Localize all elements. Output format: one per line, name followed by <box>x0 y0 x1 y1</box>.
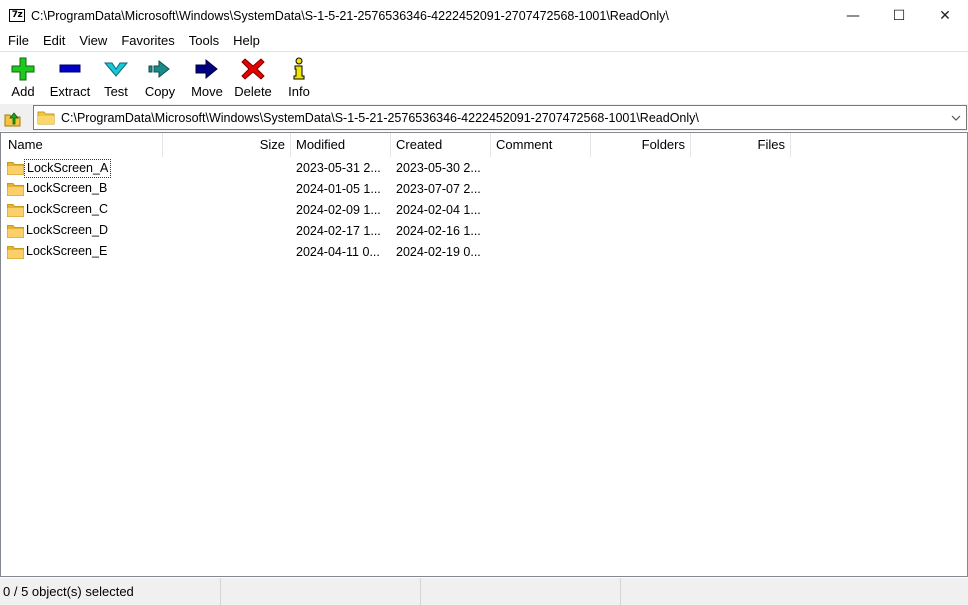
row-modified: 2023-05-31 2... <box>296 161 381 175</box>
minimize-button[interactable]: — <box>830 0 876 31</box>
column-header-files[interactable]: Files <box>691 133 791 157</box>
row-name: LockScreen_C <box>26 202 108 216</box>
extract-button[interactable]: Extract <box>44 52 96 102</box>
menu-edit[interactable]: Edit <box>36 31 72 51</box>
address-bar: C:\ProgramData\Microsoft\Windows\SystemD… <box>0 104 968 131</box>
info-button[interactable]: Info <box>276 52 322 102</box>
column-header-created[interactable]: Created <box>391 133 491 157</box>
column-header-comment[interactable]: Comment <box>491 133 591 157</box>
menu-file[interactable]: File <box>0 31 36 51</box>
add-button[interactable]: Add <box>2 52 44 102</box>
add-label: Add <box>11 84 35 99</box>
test-label: Test <box>104 84 128 99</box>
table-row[interactable]: LockScreen_A 2023-05-31 2... 2023-05-30 2.… <box>1 158 967 179</box>
column-header-name[interactable]: Name <box>3 133 163 157</box>
yellow-info-icon <box>286 57 312 81</box>
info-label: Info <box>288 84 310 99</box>
row-modified: 2024-02-09 1... <box>296 203 381 217</box>
folder-icon <box>37 111 55 125</box>
row-modified: 2024-04-11 0... <box>296 245 380 259</box>
status-segment-2 <box>221 578 421 605</box>
title-bar: 7z C:\ProgramData\Microsoft\Windows\Syst… <box>0 0 968 31</box>
cyan-check-chevron-icon <box>103 57 129 81</box>
folder-icon <box>7 161 24 175</box>
window-title: C:\ProgramData\Microsoft\Windows\SystemD… <box>31 8 669 23</box>
row-created: 2024-02-16 1... <box>396 224 481 238</box>
copy-button[interactable]: Copy <box>136 52 184 102</box>
column-header-modified[interactable]: Modified <box>291 133 391 157</box>
table-row[interactable]: LockScreen_E 2024-04-11 0... 2024-02-19 0.… <box>1 242 967 263</box>
folder-icon <box>7 203 24 217</box>
menu-tools[interactable]: Tools <box>182 31 226 51</box>
navy-arrow-icon <box>194 57 220 81</box>
up-folder-button[interactable] <box>0 104 26 131</box>
status-segment-3 <box>421 578 621 605</box>
red-x-icon <box>240 57 266 81</box>
up-folder-icon <box>4 111 21 126</box>
table-row[interactable]: LockScreen_C 2024-02-09 1... 2024-02-04 1.… <box>1 200 967 221</box>
close-button[interactable]: ✕ <box>922 0 968 31</box>
move-label: Move <box>191 84 223 99</box>
row-created: 2024-02-04 1... <box>396 203 481 217</box>
row-name: LockScreen_D <box>26 223 108 237</box>
file-list[interactable]: Name Size Modified Created Comment Folde… <box>0 132 968 577</box>
table-row[interactable]: LockScreen_D 2024-02-17 1... 2024-02-16 1.… <box>1 221 967 242</box>
row-name: LockScreen_E <box>26 244 108 258</box>
menu-view[interactable]: View <box>72 31 114 51</box>
folder-icon <box>7 224 24 238</box>
teal-double-arrow-icon <box>147 57 173 81</box>
row-created: 2023-05-30 2... <box>396 161 481 175</box>
app-icon: 7z <box>9 9 25 22</box>
folder-icon <box>7 182 24 196</box>
menu-help[interactable]: Help <box>226 31 267 51</box>
green-plus-icon <box>10 57 36 81</box>
row-name: LockScreen_B <box>26 181 108 195</box>
column-header-row: Name Size Modified Created Comment Folde… <box>1 133 967 157</box>
delete-button[interactable]: Delete <box>230 52 276 102</box>
copy-label: Copy <box>144 84 176 99</box>
path-dropdown-button[interactable] <box>948 109 964 126</box>
toolbar: Add Extract Test Copy Move Delete Info <box>0 51 968 103</box>
extract-label: Extract <box>49 84 91 99</box>
status-selection: 0 / 5 object(s) selected <box>0 578 221 605</box>
test-button[interactable]: Test <box>96 52 136 102</box>
row-created: 2023-07-07 2... <box>396 182 481 196</box>
table-row[interactable]: LockScreen_B 2024-01-05 1... 2023-07-07 2.… <box>1 179 967 200</box>
chevron-down-icon <box>951 115 961 121</box>
path-field[interactable]: C:\ProgramData\Microsoft\Windows\SystemD… <box>33 105 967 130</box>
delete-label: Delete <box>234 84 272 99</box>
window-controls: — ☐ ✕ <box>830 0 968 31</box>
menu-bar: File Edit View Favorites Tools Help <box>0 31 968 51</box>
row-name: LockScreen_A <box>24 159 112 178</box>
folder-icon <box>7 245 24 259</box>
row-modified: 2024-01-05 1... <box>296 182 381 196</box>
path-text: C:\ProgramData\Microsoft\Windows\SystemD… <box>61 110 699 125</box>
column-header-folders[interactable]: Folders <box>591 133 691 157</box>
row-created: 2024-02-19 0... <box>396 245 481 259</box>
move-button[interactable]: Move <box>184 52 230 102</box>
menu-favorites[interactable]: Favorites <box>114 31 181 51</box>
blue-minus-icon <box>57 57 83 81</box>
column-header-size[interactable]: Size <box>163 133 291 157</box>
status-bar: 0 / 5 object(s) selected <box>0 578 968 605</box>
row-modified: 2024-02-17 1... <box>296 224 381 238</box>
maximize-button[interactable]: ☐ <box>876 0 922 31</box>
